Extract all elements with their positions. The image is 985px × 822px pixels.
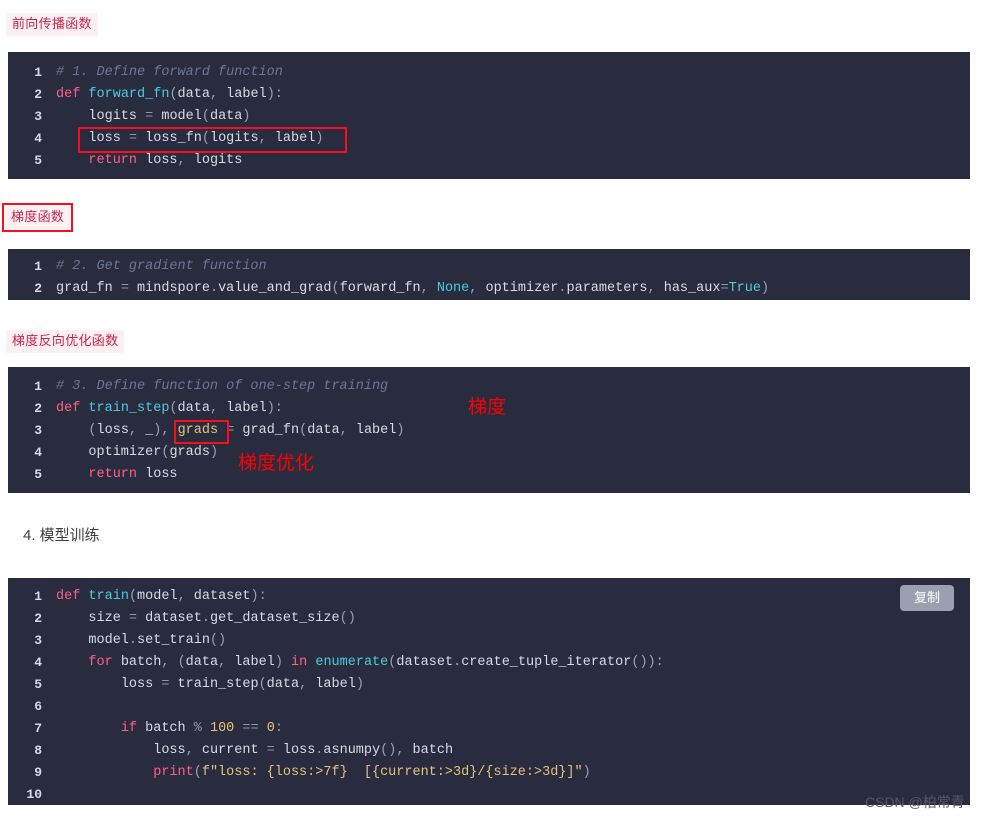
code-text: grad_fn = mindspore.value_and_grad(forwa…	[56, 281, 770, 296]
code-line: 6	[8, 696, 970, 718]
code-line: 4 for batch, (data, label) in enumerate(…	[8, 652, 970, 674]
code-line: 3 logits = model(data)	[8, 106, 970, 128]
code-line: 5 loss = train_step(data, label)	[8, 674, 970, 696]
code-text: # 2. Get gradient function	[56, 259, 267, 274]
code-line: 2 grad_fn = mindspore.value_and_grad(for…	[8, 278, 970, 300]
label-gradient-fn-text: 梯度函数	[5, 206, 71, 229]
line-number: 4	[34, 445, 42, 460]
line-number: 8	[34, 743, 42, 758]
line-number: 5	[34, 467, 42, 482]
copy-button[interactable]: 复制	[900, 585, 955, 611]
line-number: 1	[34, 65, 42, 80]
line-number: 4	[34, 655, 42, 670]
line-number: 2	[34, 401, 42, 416]
code-line: 10	[8, 784, 970, 805]
code-text: return loss, logits	[88, 153, 243, 168]
code-text: # 1. Define forward function	[56, 65, 283, 80]
line-number: 4	[34, 131, 42, 146]
line-number: 6	[34, 699, 42, 714]
code-text: def forward_fn(data, label):	[56, 87, 283, 102]
code-block-train-step[interactable]: 1 # 3. Define function of one-step train…	[8, 367, 970, 493]
note-grads: 梯度	[468, 397, 507, 418]
code-line: 4 optimizer(grads)	[8, 442, 970, 464]
code-block-gradient-fn[interactable]: 1 # 2. Get gradient function 2 grad_fn =…	[8, 249, 970, 300]
code-block-forward-fn[interactable]: 1 # 1. Define forward function 2 def for…	[8, 52, 970, 179]
line-number: 5	[34, 153, 42, 168]
code-text: model.set_train()	[88, 633, 227, 648]
code-text: return loss	[88, 467, 178, 482]
code-text: loss = train_step(data, label)	[120, 677, 364, 692]
code-line: 1 # 3. Define function of one-step train…	[8, 376, 970, 398]
code-text: # 3. Define function of one-step trainin…	[56, 379, 389, 394]
code-text: loss = loss_fn(logits, label)	[88, 131, 324, 146]
code-block-train-loop[interactable]: 1 def train(model, dataset): 2 size = da…	[8, 578, 970, 805]
code-text: for batch, (data, label) in enumerate(da…	[88, 655, 664, 670]
label-forward-fn-text: 前向传播函数	[6, 13, 98, 36]
label-backward-opt-fn: 梯度反向优化函数	[6, 330, 125, 353]
line-number: 5	[34, 677, 42, 692]
code-text: logits = model(data)	[88, 109, 251, 124]
code-line: 8 loss, current = loss.asnumpy(), batch	[8, 740, 970, 762]
code-line: 3 model.set_train()	[8, 630, 970, 652]
code-line: 3 (loss, _), grads = grad_fn(data, label…	[8, 420, 970, 442]
label-gradient-fn: 梯度函数	[2, 203, 74, 232]
label-forward-fn: 前向传播函数	[6, 13, 98, 36]
line-number: 7	[34, 721, 42, 736]
code-line: 9 print(f"loss: {loss:>7f} [{current:>3d…	[8, 762, 970, 784]
line-number: 9	[34, 765, 42, 780]
code-line: 2 size = dataset.get_dataset_size()	[8, 608, 970, 630]
code-text: optimizer(grads)	[88, 445, 219, 460]
code-text: size = dataset.get_dataset_size()	[88, 611, 356, 626]
line-number: 1	[34, 379, 42, 394]
code-text: loss, current = loss.asnumpy(), batch	[153, 743, 454, 758]
line-number: 1	[34, 589, 42, 604]
line-number: 3	[34, 633, 42, 648]
line-number: 2	[34, 611, 42, 626]
code-text: def train(model, dataset):	[56, 589, 267, 604]
code-text: (loss, _), grads = grad_fn(data, label)	[88, 423, 405, 438]
code-text: if batch % 100 == 0:	[120, 721, 283, 736]
line-number: 2	[34, 281, 42, 296]
code-line: 2 def forward_fn(data, label):	[8, 84, 970, 106]
code-line: 1 # 2. Get gradient function	[8, 256, 970, 278]
line-number: 2	[34, 87, 42, 102]
watermark: CSDN @柏常青	[865, 794, 965, 810]
code-line: 1 # 1. Define forward function	[8, 62, 970, 84]
code-line: 4 loss = loss_fn(logits, label)	[8, 128, 970, 150]
code-line: 5 return loss	[8, 464, 970, 486]
line-number: 1	[34, 259, 42, 274]
page-section-heading: 4. 模型训练	[23, 527, 100, 544]
code-text: print(f"loss: {loss:>7f} [{current:>3d}/…	[153, 765, 591, 780]
code-line: 5 return loss, logits	[8, 150, 970, 172]
line-number: 3	[34, 109, 42, 124]
line-number: 10	[26, 787, 42, 802]
code-line: 7 if batch % 100 == 0:	[8, 718, 970, 740]
line-number: 3	[34, 423, 42, 438]
code-line: 1 def train(model, dataset):	[8, 586, 970, 608]
label-backward-opt-fn-text: 梯度反向优化函数	[6, 330, 125, 353]
code-text: def train_step(data, label):	[56, 401, 283, 416]
note-grad-optimize: 梯度优化	[238, 453, 315, 474]
